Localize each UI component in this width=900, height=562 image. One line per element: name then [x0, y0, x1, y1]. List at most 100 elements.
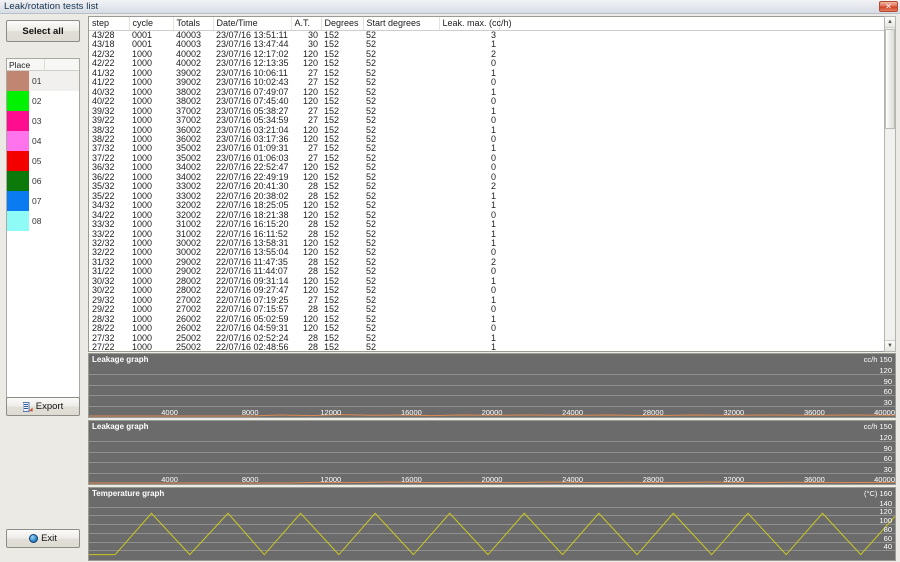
table-column-header[interactable]: Totals [173, 17, 214, 31]
table-cell-filler [499, 305, 895, 314]
table-cell-filler [499, 88, 895, 97]
table-cell-filler [499, 201, 895, 210]
y-axis-tick-label: 30 [883, 464, 892, 474]
table-cell-filler [499, 286, 895, 295]
x-axis-tick-label: 4000 [161, 408, 178, 417]
table-cell: 1 [490, 105, 496, 116]
table-cell: 1 [490, 332, 496, 343]
exit-icon [29, 534, 39, 543]
place-column-header-blank [45, 59, 79, 70]
table-cell-filler [499, 211, 895, 220]
y-axis-tick-label: 120 [879, 507, 892, 517]
table-cell-filler [499, 173, 895, 182]
place-color-swatch [7, 111, 29, 131]
table-cell-filler [499, 239, 895, 248]
table-cell: 1 [490, 237, 496, 248]
table-cell: 0 [490, 323, 496, 334]
table-cell: 1 [490, 86, 496, 97]
y-axis-tick-label: 60 [883, 533, 892, 543]
place-row[interactable]: 01 [7, 71, 79, 91]
scrollbar-thumb[interactable] [885, 29, 895, 129]
y-axis-tick-label: 90 [883, 376, 892, 386]
table-column-header[interactable]: step [89, 17, 130, 31]
place-color-swatch [7, 91, 29, 111]
scroll-up-icon[interactable]: ▲ [885, 17, 895, 28]
table-cell: 0 [490, 58, 496, 69]
tests-table-panel[interactable]: step cycle Totals Date/Time A.T. Degrees Start… [88, 16, 896, 352]
exit-button[interactable]: Exit [6, 529, 80, 548]
table-cell-filler [499, 116, 895, 125]
place-row[interactable]: 06 [7, 171, 79, 191]
place-row[interactable]: 04 [7, 131, 79, 151]
table-vertical-scrollbar[interactable]: ▲ ▼ [884, 16, 896, 352]
chart-plot-area [89, 512, 895, 556]
leakage-graph-2[interactable]: Leakage graph cc/h 150 120 90 60 30 4000 8000… [88, 420, 896, 485]
table-column-header[interactable]: Leak. max. (cc/h) [439, 17, 512, 31]
leakage-graph-1-unit: cc/h 150 [863, 355, 892, 364]
place-label: 04 [32, 136, 42, 146]
table-cell-filler [499, 267, 895, 276]
table-header-row[interactable]: step cycle Totals Date/Time A.T. Degrees Start… [89, 17, 895, 31]
table-cell: 3 [490, 30, 496, 40]
place-label: 05 [32, 156, 42, 166]
temperature-graph-title: Temperature graph [92, 489, 165, 498]
table-cell: 0 [490, 171, 496, 182]
y-axis-tick-label: 80 [883, 524, 892, 534]
window-titlebar: Leak/rotation tests list ✕ [0, 0, 900, 14]
place-color-swatch [7, 71, 29, 91]
place-label: 02 [32, 96, 42, 106]
leakage-graph-2-title: Leakage graph [92, 422, 149, 431]
place-label: 06 [32, 176, 42, 186]
table-cell: 0 [490, 115, 496, 126]
table-cell-filler [499, 59, 895, 68]
table-column-header[interactable]: cycle [129, 17, 174, 31]
place-row[interactable]: 03 [7, 111, 79, 131]
table-cell: 2 [490, 181, 496, 192]
x-axis-tick-label: 12000 [320, 408, 342, 417]
x-axis-tick-label: 8000 [241, 408, 259, 417]
x-axis-tick-label: 4000 [161, 475, 178, 484]
temperature-graph[interactable]: Temperature graph (°C) 160 140 120 100 80 60… [88, 487, 896, 561]
place-row[interactable]: 05 [7, 151, 79, 171]
table-cell: 0 [490, 247, 496, 258]
table-column-header[interactable]: A.T. [291, 17, 322, 31]
leakage-graph-1[interactable]: Leakage graph cc/h 150 120 90 60 30 4000 8000… [88, 353, 896, 418]
x-axis-tick-label: 20000 [481, 408, 503, 417]
table-cell: 0 [490, 285, 496, 296]
table-cell-filler [499, 135, 895, 144]
export-button[interactable]: Export [6, 397, 80, 416]
place-legend-list[interactable]: Place 01 02 03 04 05 06 07 08 [6, 58, 80, 401]
table-column-header-filler [499, 17, 895, 31]
table-cell-filler [499, 50, 895, 59]
table-column-header[interactable]: Degrees [321, 17, 364, 31]
table-column-header[interactable]: Date/Time [213, 17, 292, 31]
table-cell-filler [499, 220, 895, 229]
place-row[interactable]: 07 [7, 191, 79, 211]
table-cell-filler [499, 277, 895, 286]
table-cell-filler [499, 334, 895, 343]
y-axis-tick-label: 60 [883, 454, 892, 464]
y-axis-tick-label: 30 [883, 397, 892, 407]
table-cell: 1 [490, 275, 496, 286]
select-all-button[interactable]: Select all [6, 20, 80, 42]
close-icon[interactable]: ✕ [879, 1, 898, 12]
table-cell-filler [499, 324, 895, 333]
table-cell: 0 [490, 96, 496, 107]
leakage-graph-2-unit: cc/h 150 [863, 422, 892, 431]
place-row[interactable]: 02 [7, 91, 79, 111]
x-axis-tick-label: 40000 [874, 408, 895, 417]
tests-table-body: 43/28 0001 40003 23/07/16 13:51:11 30 152 52 3 4… [89, 30, 895, 351]
exit-label: Exit [41, 533, 57, 544]
table-cell: 0 [490, 77, 496, 88]
place-color-swatch [7, 171, 29, 191]
table-cell-filler [499, 258, 895, 267]
place-row[interactable]: 08 [7, 211, 79, 231]
place-rows-container: 01 02 03 04 05 06 07 08 [7, 71, 79, 231]
table-cell: 0 [490, 266, 496, 277]
place-label: 08 [32, 216, 42, 226]
table-cell-filler [499, 31, 895, 41]
table-cell: 1 [490, 190, 496, 201]
table-cell-filler [499, 144, 895, 153]
table-column-header[interactable]: Start degrees [363, 17, 440, 31]
scroll-down-icon[interactable]: ▼ [885, 340, 895, 351]
